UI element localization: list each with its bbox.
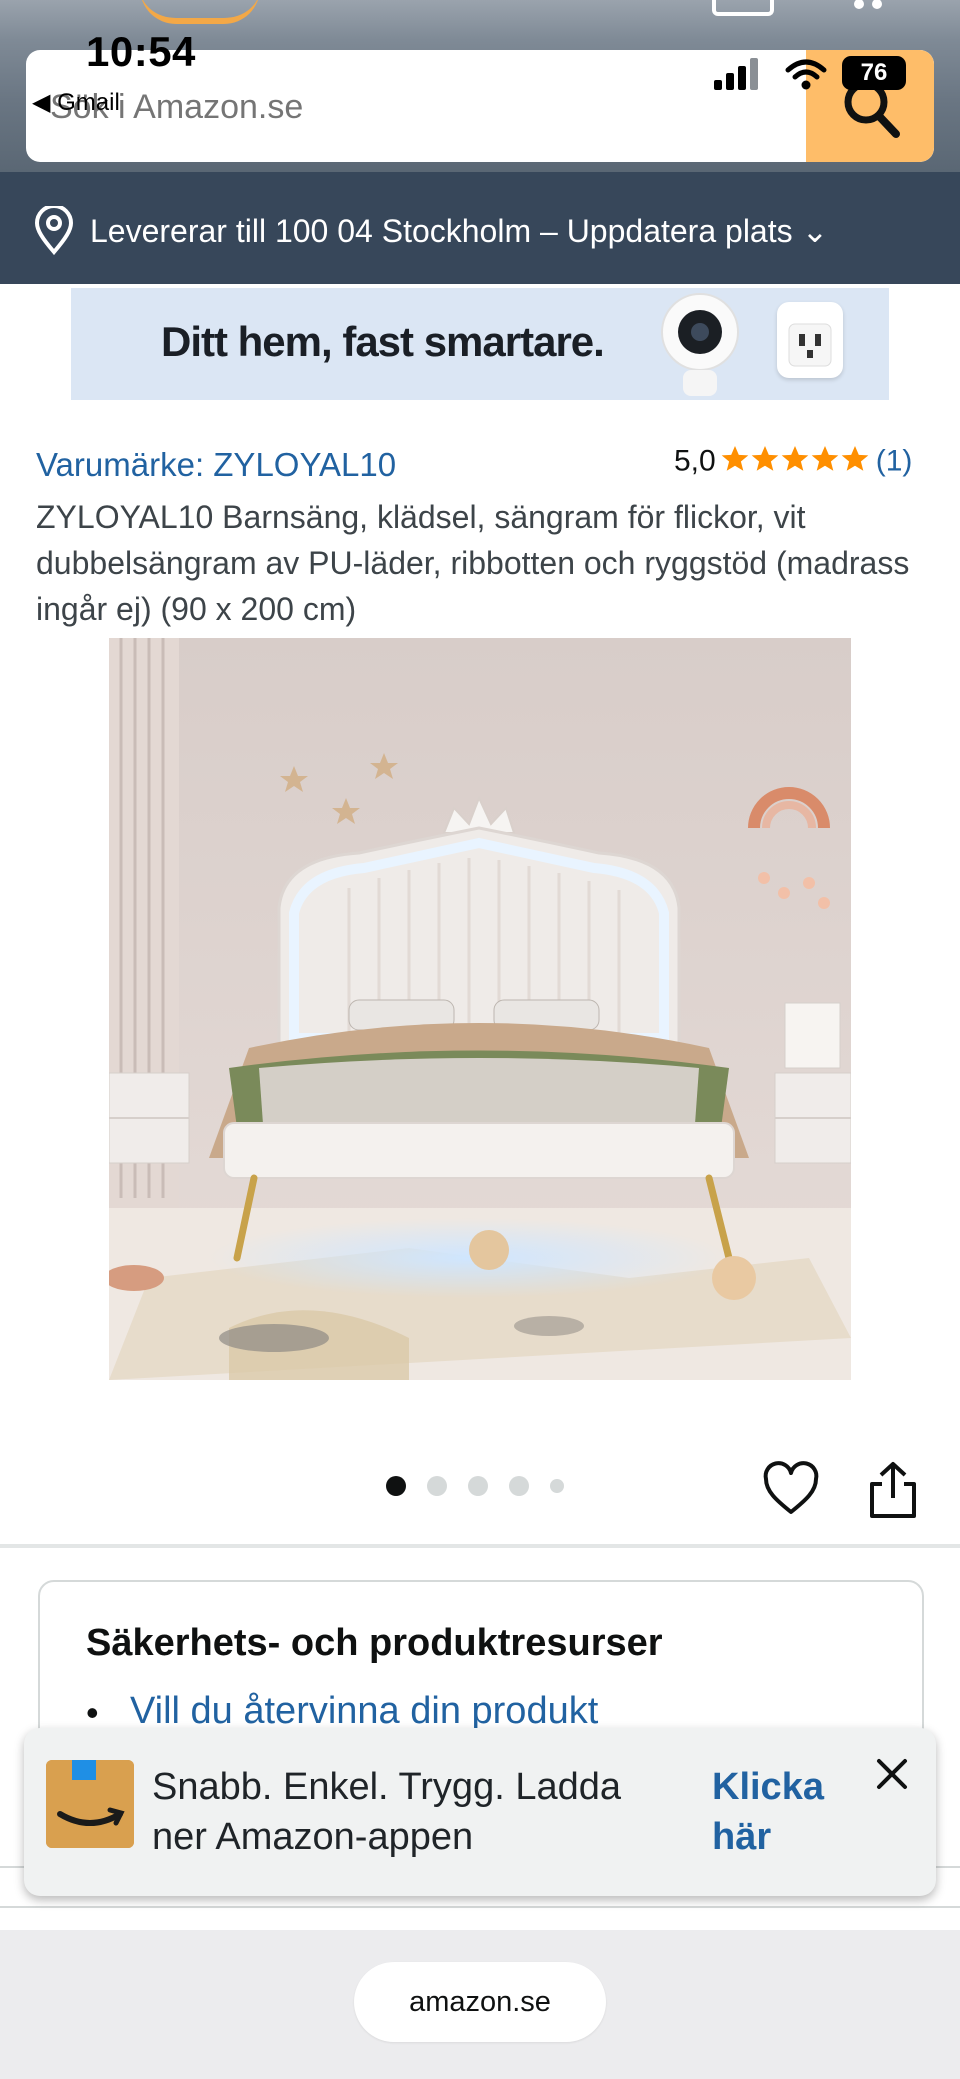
share-button[interactable] [868, 1460, 918, 1520]
more-icon[interactable] [854, 0, 900, 10]
close-icon [877, 1759, 907, 1789]
rating-value: 5,0 [674, 444, 716, 478]
image-carousel-dots[interactable] [386, 1476, 585, 1500]
star-rating-icon [720, 444, 870, 479]
back-to-app[interactable]: ◀ Gmail [32, 88, 120, 117]
amazon-logo[interactable] [140, 0, 260, 24]
delivery-location-bar[interactable]: Levererar till 100 04 Stockholm – Uppdat… [0, 172, 960, 284]
status-icons: 76 [714, 56, 914, 98]
rating-summary[interactable]: 5,0 (1) [674, 444, 912, 484]
carousel-dot-5[interactable] [550, 1479, 564, 1493]
amazon-app-icon [46, 1760, 134, 1848]
recycle-product-link[interactable]: Vill du återvinna din produkt [130, 1690, 598, 1733]
product-title: ZYLOYAL10 Barnsäng, klädsel, sängram för… [36, 499, 910, 627]
carousel-dot-1[interactable] [386, 1476, 406, 1496]
safety-resources-title: Säkerhets- och produktresurser [86, 1622, 663, 1664]
wifi-icon [785, 59, 827, 90]
browser-bottom-bar: amazon.se [0, 1930, 960, 2079]
section-divider [0, 1544, 960, 1548]
product-image[interactable] [109, 638, 851, 1380]
section-divider [0, 1906, 960, 1908]
delivery-location-text: Levererar till 100 04 Stockholm – Uppdat… [90, 213, 829, 249]
menu-icon[interactable] [30, 0, 74, 6]
share-icon [870, 1462, 916, 1518]
app-promo-link[interactable]: Klicka här [712, 1762, 852, 1862]
app-download-banner: Snabb. Enkel. Trygg. Ladda ner Amazon-ap… [24, 1728, 936, 1896]
battery-indicator: 76 [842, 56, 906, 90]
banner-text: Ditt hem, fast smartare. [161, 318, 605, 365]
carousel-dot-2[interactable] [427, 1476, 447, 1496]
cart-icon[interactable] [712, 0, 774, 16]
carousel-dot-4[interactable] [509, 1476, 529, 1496]
carousel-dot-3[interactable] [468, 1476, 488, 1496]
add-to-wishlist-button[interactable] [762, 1460, 820, 1518]
review-count-link[interactable]: (1) [876, 445, 913, 478]
close-banner-button[interactable] [872, 1754, 912, 1794]
status-time: 10:54 [86, 28, 196, 75]
signal-icon [714, 58, 758, 90]
location-pin-icon [34, 206, 74, 256]
heart-icon [763, 1461, 819, 1514]
app-promo-text: Snabb. Enkel. Trygg. Ladda ner Amazon-ap… [152, 1766, 621, 1858]
top-header: 10:54 ◀ Gmail 76 [0, 0, 960, 172]
promo-banner[interactable]: Ditt hem, fast smartare. [71, 288, 889, 400]
smart-camera-image [661, 293, 739, 396]
address-bar[interactable]: amazon.se [354, 1962, 606, 2042]
brand-link[interactable]: Varumärke: ZYLOYAL10 [36, 446, 396, 484]
smart-plug-image [777, 302, 843, 378]
